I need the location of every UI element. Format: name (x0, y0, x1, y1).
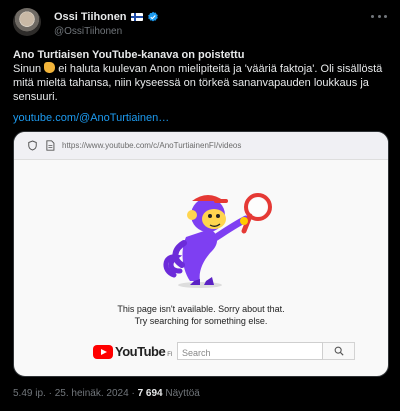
meta-separator: · (131, 388, 135, 399)
finnish-flag-icon (130, 13, 143, 21)
view-count-label: Näyttöä (165, 388, 200, 399)
author-display-name[interactable]: Ossi Tiihonen (54, 10, 127, 24)
tweet-body-prefix: Sinun (13, 63, 45, 75)
error-message-line-1: This page isn't available. Sorry about t… (117, 304, 285, 314)
youtube-logo: YouTube FI (93, 344, 173, 359)
search-icon (334, 346, 344, 356)
embedded-image-card[interactable]: https://www.youtube.com/c/AnoTurtiainenF… (13, 131, 389, 377)
tweet-time[interactable]: 5.49 ip. (13, 388, 46, 399)
tweet-body-text: ei haluta kuulevan Anon mielipiteitä ja … (13, 63, 383, 103)
author-name-row: Ossi Tiihonen (54, 10, 159, 24)
tweet-metadata: 5.49 ip. · 25. heinäk. 2024 · 7 694 Näyt… (13, 388, 200, 400)
tweet-link[interactable]: youtube.com/@AnoTurtiainen… (13, 111, 169, 125)
more-options-icon[interactable] (371, 12, 387, 20)
tweet-body: Sinun ei haluta kuulevan Anon mielipitei… (13, 62, 389, 104)
author-handle[interactable]: @OssiTiihonen (54, 26, 122, 38)
meta-separator: · (48, 388, 52, 399)
youtube-play-icon (93, 344, 113, 359)
shield-icon (28, 140, 37, 151)
error-message-line-2: Try searching for something else. (134, 316, 268, 326)
view-count: 7 694 (137, 388, 163, 399)
youtube-search-button (323, 342, 355, 360)
browser-url-bar: https://www.youtube.com/c/AnoTurtiainenF… (14, 132, 388, 160)
pointing-hand-emoji (44, 62, 56, 73)
youtube-search-input (178, 345, 322, 361)
browser-url-text: https://www.youtube.com/c/AnoTurtiainenF… (62, 141, 242, 150)
youtube-logo-text: YouTube (115, 344, 166, 359)
verified-badge-icon (147, 11, 158, 22)
tweet-date[interactable]: 25. heinäk. 2024 (55, 388, 129, 399)
tweet-header: Ossi Tiihonen @OssiTiihonen (13, 8, 387, 42)
page-icon (46, 140, 55, 151)
youtube-country-code: FI (167, 352, 173, 358)
monkey-mascot-illustration (163, 193, 272, 288)
tweet-title: Ano Turtiaisen YouTube-kanava on poistet… (13, 49, 245, 61)
avatar[interactable] (13, 8, 41, 36)
youtube-search-field (177, 342, 323, 361)
